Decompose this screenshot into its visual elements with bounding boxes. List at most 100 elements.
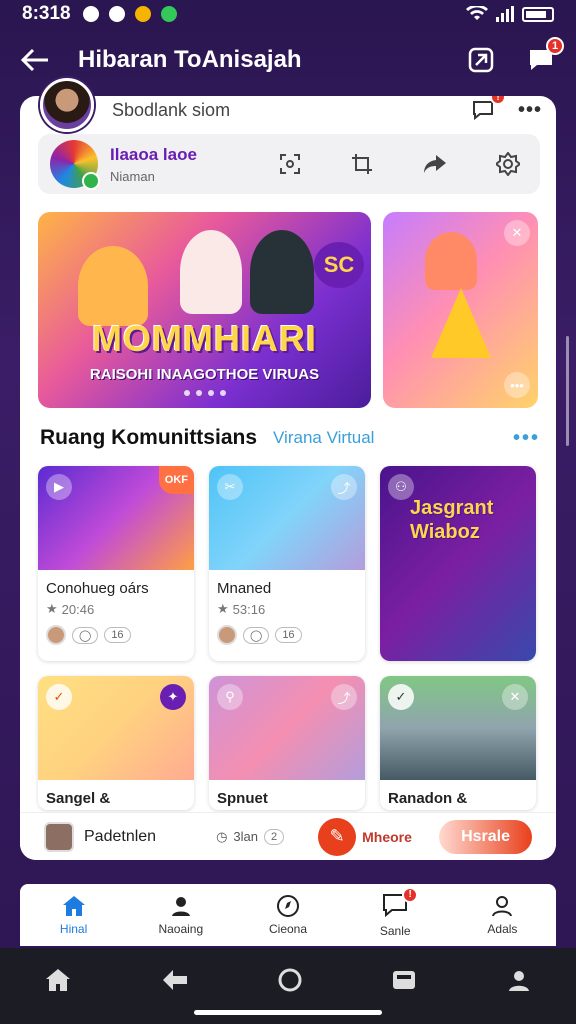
cartoon-figure [78, 246, 148, 326]
community-tile-collage[interactable]: ⚇ Jasgrant Wiaboz [380, 466, 536, 661]
tile-title: Conohueg oárs [46, 580, 149, 597]
nav-home[interactable]: Hinal [20, 884, 127, 946]
scissors-icon: ✂ [217, 474, 243, 500]
tile-title: Spnuet [217, 790, 268, 807]
more-icon[interactable]: ••• [504, 372, 530, 398]
tile-meta: 20:46 [61, 601, 95, 617]
nav-adals[interactable]: Adals [449, 884, 556, 946]
side-banner[interactable]: ✕ ••• [383, 212, 538, 408]
profile-subtitle: Niaman [110, 168, 155, 184]
bell-icon [431, 288, 491, 358]
check-icon: ✓ [388, 684, 414, 710]
profile-name: Ilaaoa laoe [110, 144, 197, 164]
view-count[interactable]: ◷ 3lan 2 [216, 828, 285, 845]
person-figure [180, 230, 242, 314]
nav-label: Sanle [379, 923, 411, 938]
search-label[interactable]: Sbodlank siom [112, 100, 230, 121]
page-title: Hibaran ToAnisajah [78, 46, 302, 73]
section-more-icon[interactable]: ••• [513, 427, 540, 450]
crop-icon[interactable] [350, 152, 374, 176]
primary-action-button[interactable]: Hsrale [439, 819, 532, 854]
check-icon: ✓ [46, 684, 72, 710]
home-icon [62, 896, 85, 916]
section-header: Ruang Komunittsians Virana Virtual ••• [40, 424, 540, 452]
back-button[interactable] [18, 43, 52, 77]
scan-icon[interactable] [278, 152, 302, 176]
tile-pill: ◯ [243, 626, 270, 644]
record-button[interactable]: ✎ [318, 817, 357, 856]
app-icon-2 [134, 6, 151, 22]
tile-badge: OKF [158, 466, 194, 494]
share-icon [468, 47, 494, 73]
alert-button[interactable]: ! [470, 96, 506, 123]
action-bar: Padetnlen ◷ 3lan 2 ✎ Mheore Hsrale [20, 812, 556, 860]
tile-title: Sangel & [46, 790, 111, 807]
person-pin-icon [171, 897, 190, 916]
star-icon: ★ [217, 601, 229, 616]
recents-icon[interactable] [391, 968, 417, 992]
settings-icon[interactable] [496, 152, 520, 176]
chat-alert-icon [472, 101, 493, 120]
app-bar: Hibaran ToAnisajah 1 [0, 36, 576, 84]
chat-bubble-icon: SC [314, 242, 364, 288]
share-button[interactable] [464, 43, 498, 77]
profile-icon [492, 896, 513, 917]
home-icon[interactable] [44, 967, 72, 993]
bottom-nav: Hinal Naoaing Cieona ! Sanle Adals [20, 884, 556, 946]
tile-title: Mnaned [217, 580, 272, 597]
banner-subline: RAISOHI INAAGOTHOE VIRUAS [89, 366, 320, 383]
share-icon: ⤴ [331, 684, 357, 710]
nav-sanle[interactable]: ! Sanle [342, 884, 449, 946]
notification-badge: 1 [546, 37, 564, 55]
community-tile[interactable]: ✓ ✕ Ranadon & [380, 676, 536, 810]
pen-icon: ✎ [329, 826, 345, 846]
battery-icon [522, 6, 554, 22]
action-name: Padetnlen [84, 827, 157, 845]
messages-button[interactable]: 1 [524, 37, 564, 77]
section-link[interactable]: Virana Virtual [273, 428, 374, 448]
tile-title: Ranadon & [388, 790, 468, 807]
back-icon[interactable] [161, 968, 189, 992]
more-icon[interactable]: ••• [518, 99, 542, 122]
tile-pill: ◯ [72, 626, 99, 644]
arrow-left-icon [21, 48, 48, 72]
search-row: Sbodlank siom ! ••• [94, 96, 542, 124]
person-figure-2 [250, 230, 314, 314]
account-icon[interactable] [506, 967, 532, 993]
view-count-value: 3lan [233, 829, 258, 844]
close-icon[interactable]: ✕ [504, 220, 530, 246]
wifi-icon [466, 6, 488, 20]
status-bar: 8:318 [0, 0, 576, 28]
nav-label: Hinal [59, 922, 88, 936]
share-icon: ⤴ [331, 474, 357, 500]
nav-badge: ! [402, 886, 419, 903]
community-tile[interactable]: ▶ OKF Conohueg oárs ★ 20:46 ◯ 16 [38, 466, 194, 661]
tile-avatar [46, 625, 66, 645]
clock-icon: ◷ [216, 828, 228, 844]
community-tile[interactable]: ⚲ ⤴ Spnuet [209, 676, 365, 810]
app-icon [108, 6, 125, 22]
section-title: Ruang Komunittsians [40, 426, 258, 449]
sparkle-icon: ✦ [160, 684, 186, 710]
main-card: Sbodlank siom ! ••• Ilaaoa laoe Niaman S… [20, 96, 556, 860]
nav-naoaing[interactable]: Naoaing [127, 884, 234, 946]
scrollbar[interactable] [566, 336, 569, 446]
profile-row[interactable]: Ilaaoa laoe Niaman [38, 134, 540, 194]
tile-count: 16 [104, 627, 131, 643]
community-tile[interactable]: ✂ ⤴ Mnaned ★ 53:16 ◯ 16 [209, 466, 365, 661]
community-tile[interactable]: ✓ ✦ Sangel & [38, 676, 194, 810]
tile-avatar [217, 625, 237, 645]
nav-cieona[interactable]: Cieona [234, 884, 341, 946]
notification-icon [82, 6, 99, 22]
status-dot-icon [160, 6, 177, 22]
tile-meta: 53:16 [232, 601, 266, 617]
user-avatar[interactable] [40, 78, 94, 132]
forward-icon[interactable] [422, 153, 448, 175]
compass-icon [277, 895, 299, 917]
featured-banner[interactable]: SC MOMMHIARI RAISOHI INAAGOTHOE VIRUAS [38, 212, 371, 408]
circle-icon[interactable] [277, 967, 303, 993]
carousel-dots[interactable] [38, 390, 371, 396]
home-indicator[interactable] [194, 1010, 382, 1015]
action-avatar[interactable] [44, 821, 74, 852]
cartoon-figure [425, 232, 477, 290]
